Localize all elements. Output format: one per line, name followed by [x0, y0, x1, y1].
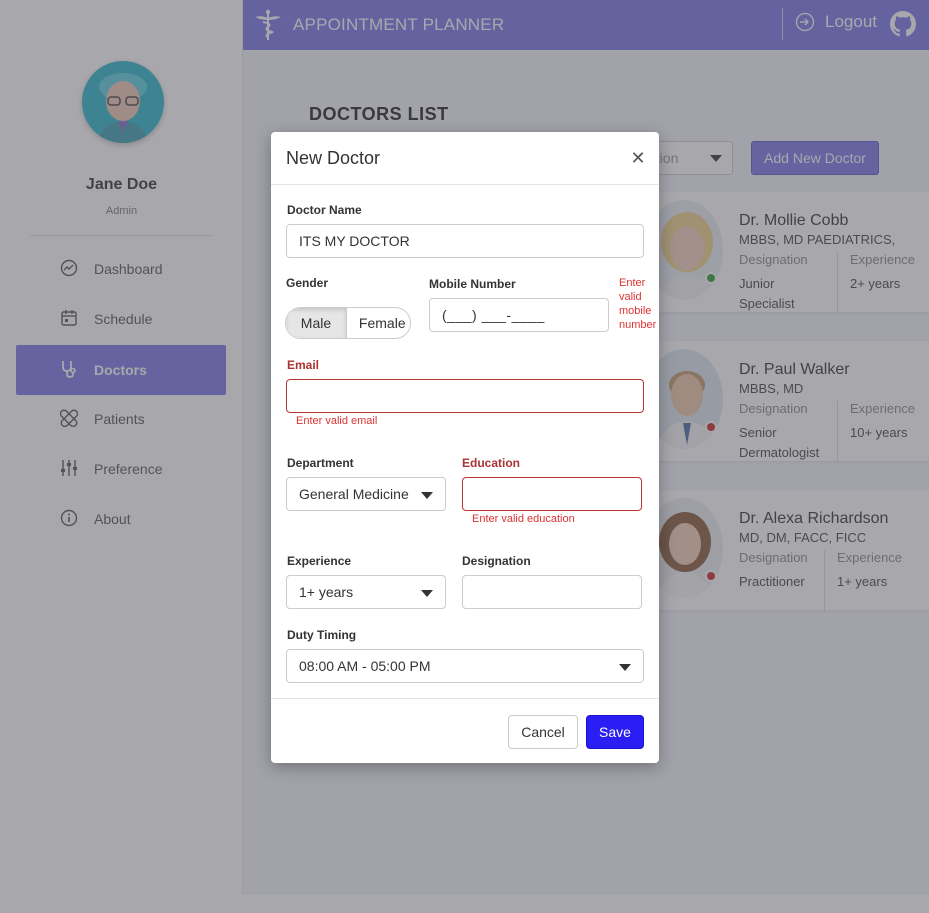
- department-label: Department: [287, 456, 354, 470]
- chevron-down-icon: [421, 590, 433, 597]
- close-icon[interactable]: ✕: [629, 149, 647, 167]
- dialog-title: New Doctor: [286, 148, 381, 168]
- email-label: Email: [287, 358, 320, 372]
- duty-timing-value: 08:00 AM - 05:00 PM: [299, 658, 431, 674]
- dialog-footer: Cancel Save: [271, 698, 659, 763]
- experience-value: 1+ years: [299, 584, 354, 600]
- education-label: Education: [462, 456, 521, 470]
- email-error: Enter valid email: [296, 415, 378, 427]
- save-button[interactable]: Save: [586, 715, 644, 749]
- education-error: Enter valid education: [472, 513, 575, 525]
- duty-timing-label: Duty Timing: [287, 628, 357, 642]
- gender-male-button[interactable]: Male: [286, 308, 347, 338]
- education-input[interactable]: [462, 477, 642, 511]
- chevron-down-icon: [619, 664, 631, 671]
- doctor-name-label: Doctor Name: [287, 203, 362, 217]
- new-doctor-dialog: New Doctor ✕ Doctor Name ITS MY DOCTOR G…: [271, 132, 659, 763]
- duty-timing-select[interactable]: 08:00 AM - 05:00 PM: [286, 649, 644, 683]
- doctor-name-input[interactable]: ITS MY DOCTOR: [286, 224, 644, 258]
- gender-toggle: Male Female: [285, 307, 411, 339]
- gender-label: Gender: [286, 276, 329, 290]
- designation-label: Designation: [462, 554, 531, 568]
- email-input[interactable]: [286, 379, 644, 413]
- experience-label: Experience: [287, 554, 352, 568]
- mobile-number-input[interactable]: (___) ___-____: [429, 298, 609, 332]
- chevron-down-icon: [421, 492, 433, 499]
- designation-input[interactable]: [462, 575, 642, 609]
- dialog-header: New Doctor ✕: [271, 132, 659, 185]
- gender-female-button[interactable]: Female: [347, 308, 410, 338]
- mobile-number-label: Mobile Number: [429, 277, 516, 291]
- department-select[interactable]: General Medicine: [286, 477, 446, 511]
- department-value: General Medicine: [299, 486, 409, 502]
- cancel-button[interactable]: Cancel: [508, 715, 578, 749]
- mobile-error: Enter valid mobile number: [619, 277, 657, 331]
- experience-select[interactable]: 1+ years: [286, 575, 446, 609]
